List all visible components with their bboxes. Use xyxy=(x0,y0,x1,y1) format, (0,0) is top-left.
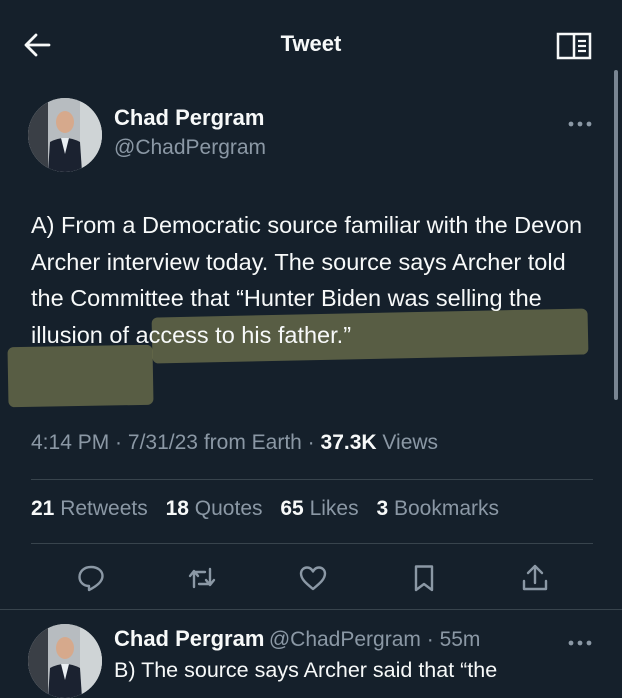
reader-mode-icon[interactable] xyxy=(556,32,592,60)
bookmarks-stat[interactable]: 3 Bookmarks xyxy=(376,497,499,520)
quotes-count: 18 xyxy=(165,497,189,520)
tweet-text: A) From a Democratic source familiar wit… xyxy=(31,207,591,353)
reply-more-icon[interactable] xyxy=(567,634,593,646)
retweets-count: 21 xyxy=(31,497,55,520)
bookmark-icon[interactable] xyxy=(409,563,439,593)
tweet-meta: 4:14 PM · 7/31/23 from Earth · 37.3K Vie… xyxy=(31,431,439,454)
reply-author-name[interactable]: Chad Pergram xyxy=(114,626,264,651)
retweets-label: Retweets xyxy=(60,497,148,520)
like-icon[interactable] xyxy=(298,563,328,593)
divider xyxy=(31,479,593,480)
highlight-mark xyxy=(7,344,154,408)
page-title: Tweet xyxy=(280,31,342,56)
reply-separator: · xyxy=(420,628,440,651)
tweet-time[interactable]: 4:14 PM xyxy=(31,431,109,454)
reply-icon[interactable] xyxy=(76,563,106,593)
more-icon[interactable] xyxy=(567,115,593,127)
bookmarks-label: Bookmarks xyxy=(393,497,499,520)
likes-count: 65 xyxy=(280,497,304,520)
divider xyxy=(31,543,593,544)
tweet-date[interactable]: 7/31/23 xyxy=(128,431,198,454)
tweet-stats: 21 Retweets 18 Quotes 65 Likes 3 Bookmar… xyxy=(31,497,499,521)
reply-avatar[interactable] xyxy=(28,624,102,698)
author-name[interactable]: Chad Pergram xyxy=(114,105,264,131)
scrollbar[interactable] xyxy=(614,70,618,400)
reply-text: B) The source says Archer said that “the xyxy=(114,658,498,682)
views-count: 37.3K xyxy=(320,431,377,454)
tweet-source: from Earth xyxy=(203,431,302,454)
reply-author-handle[interactable]: @ChadPergram xyxy=(269,628,421,651)
avatar[interactable] xyxy=(28,98,102,172)
author-handle[interactable]: @ChadPergram xyxy=(114,136,266,160)
likes-stat[interactable]: 65 Likes xyxy=(280,497,358,520)
retweet-icon[interactable] xyxy=(187,563,217,593)
quotes-label: Quotes xyxy=(194,497,263,520)
bookmarks-count: 3 xyxy=(376,497,389,520)
likes-label: Likes xyxy=(309,497,359,520)
share-icon[interactable] xyxy=(520,563,550,593)
reply-time[interactable]: 55m xyxy=(440,628,481,651)
quotes-stat[interactable]: 18 Quotes xyxy=(166,497,263,520)
views-label: Views xyxy=(382,431,439,454)
reply-header: Chad Pergram @ChadPergram · 55m xyxy=(114,626,480,652)
retweets-stat[interactable]: 21 Retweets xyxy=(31,497,148,520)
divider xyxy=(0,609,622,610)
